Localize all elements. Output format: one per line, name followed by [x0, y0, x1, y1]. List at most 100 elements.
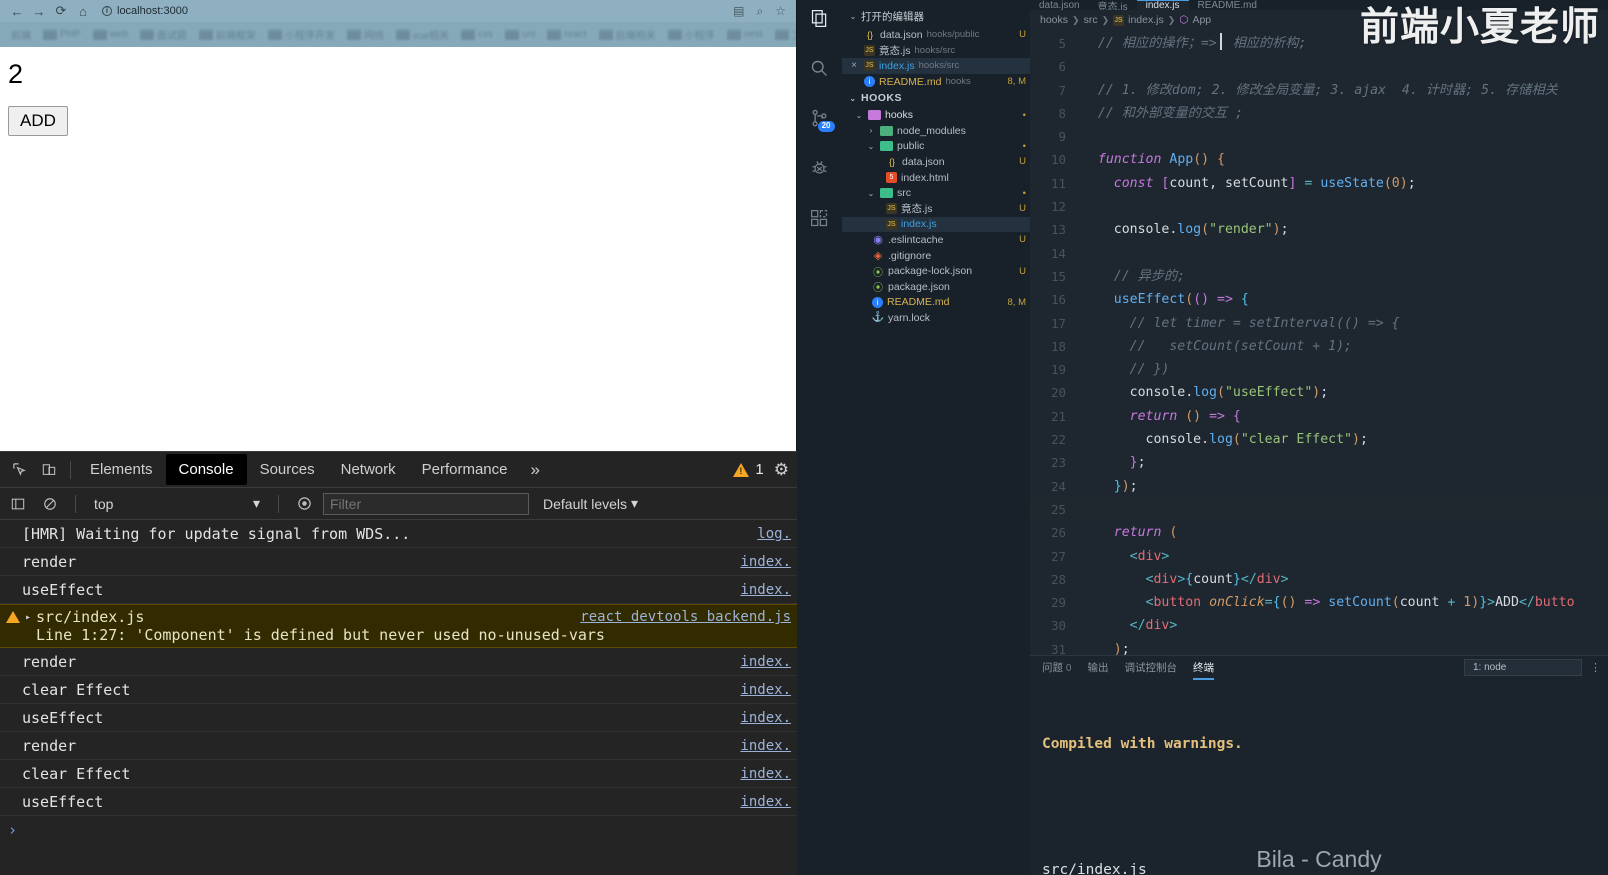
editor-tab-data-json[interactable]: data.json: [1030, 0, 1089, 10]
terminal-selector[interactable]: 1: node: [1464, 658, 1582, 676]
code-line[interactable]: 16 useEffect(() => {: [1030, 288, 1608, 311]
open-editor-item[interactable]: {} data.json hooks/public U: [842, 27, 1030, 43]
code-line[interactable]: 31 );: [1030, 638, 1608, 655]
code-line[interactable]: 28 <div>{count}</div>: [1030, 568, 1608, 591]
code-line[interactable]: 8 // 和外部变量的交互 ;: [1030, 102, 1608, 125]
zoom-icon[interactable]: ⌕: [757, 4, 764, 19]
settings-gear-icon[interactable]: ⚙: [774, 460, 797, 480]
bookmark-item[interactable]: 后端相关: [594, 27, 661, 42]
code-line[interactable]: 6: [1030, 55, 1608, 78]
breadcrumb-hooks[interactable]: hooks: [1040, 14, 1068, 26]
code-line[interactable]: 26 return (: [1030, 521, 1608, 544]
bookmark-item[interactable]: PHP: [38, 29, 86, 40]
tree-item-hooks[interactable]: ⌄ hooks •: [842, 107, 1030, 123]
console-warning-row[interactable]: ▸ src/index.js react devtools backend.js…: [0, 604, 797, 648]
console-log-list[interactable]: [HMR] Waiting for update signal from WDS…: [0, 520, 797, 875]
log-source-link[interactable]: index.: [730, 766, 791, 782]
log-source-link[interactable]: index.: [730, 682, 791, 698]
bookmark-item[interactable]: nest: [722, 29, 768, 40]
panel-tab-problems[interactable]: 问题 0: [1042, 657, 1071, 678]
filter-input[interactable]: [323, 492, 529, 515]
tree-item-jingtai-js[interactable]: JS 竟态.js U: [842, 201, 1030, 217]
editor-tab-jingtai-js[interactable]: 竟态.js: [1088, 0, 1137, 10]
tree-item-index-js[interactable]: JS index.js: [842, 216, 1030, 233]
code-editor[interactable]: 5 // 相应的操作；=> 相应的析构; 6 7 // 1. 修改dom; 2. 修…: [1030, 30, 1608, 655]
code-line[interactable]: 23 };: [1030, 451, 1608, 474]
tab-console[interactable]: Console: [165, 454, 247, 485]
bookmark-item[interactable]: uni: [500, 29, 540, 40]
workspace-header[interactable]: ⌄ HOOKS: [842, 89, 1030, 107]
address-bar[interactable]: i localhost:3000: [102, 3, 733, 19]
tree-item-public[interactable]: ⌄ public •: [842, 139, 1030, 155]
tab-sources[interactable]: Sources: [247, 454, 328, 485]
more-tabs-icon[interactable]: »: [521, 456, 550, 484]
code-line[interactable]: 11 const [count, setCount] = useState(0)…: [1030, 172, 1608, 195]
bookmark-item[interactable]: 小程序: [663, 27, 720, 42]
run-debug-icon[interactable]: [804, 152, 836, 184]
cast-icon[interactable]: ▤: [733, 4, 744, 18]
tree-item-gitignore[interactable]: ◈ .gitignore: [842, 248, 1030, 264]
code-line[interactable]: 10 function App() {: [1030, 33, 1608, 171]
bookmark-item[interactable]: css: [456, 29, 498, 40]
log-source-link[interactable]: index.: [730, 710, 791, 726]
reload-icon[interactable]: ⟳: [50, 2, 72, 20]
code-line[interactable]: 29 <button onClick={() => setCount(count…: [1030, 591, 1608, 614]
source-control-icon[interactable]: 20: [804, 102, 836, 134]
add-button[interactable]: ADD: [8, 106, 68, 136]
live-expression-icon[interactable]: [291, 492, 317, 516]
explorer-icon[interactable]: [804, 2, 836, 34]
tree-item-data-json[interactable]: {} data.json U: [842, 154, 1030, 170]
code-line[interactable]: 19 // }): [1030, 358, 1608, 381]
breadcrumb-app[interactable]: App: [1192, 14, 1211, 26]
tree-item-package-lock-json[interactable]: ⦿ package-lock.json U: [842, 263, 1030, 279]
tree-item-src[interactable]: ⌄ src •: [842, 185, 1030, 201]
code-line[interactable]: 30 </div>: [1030, 614, 1608, 637]
log-source-link[interactable]: react devtools backend.js: [570, 609, 791, 625]
panel-tab-output[interactable]: 输出: [1087, 657, 1108, 678]
log-source-link[interactable]: log.: [747, 526, 791, 542]
editor-tab-index-js[interactable]: index.js: [1136, 0, 1189, 10]
code-line[interactable]: 9: [1030, 125, 1608, 148]
console-row[interactable]: useEffect index.: [0, 788, 797, 816]
bookmark-item[interactable]: vue相关: [391, 27, 454, 42]
bookmark-item[interactable]: 前端框架: [194, 27, 261, 42]
execution-context-select[interactable]: top ▾: [88, 493, 266, 515]
code-line[interactable]: 13 console.log("render");: [1030, 218, 1608, 241]
back-icon[interactable]: ←: [6, 2, 28, 20]
open-editor-item[interactable]: JS 竟态.js hooks/src: [842, 43, 1030, 59]
tree-item-yarn-lock[interactable]: ⚓ yarn.lock: [842, 310, 1030, 326]
open-editor-item[interactable]: i README.md hooks 8, M: [842, 74, 1030, 90]
tree-item-eslintcache[interactable]: ◉ .eslintcache U: [842, 232, 1030, 248]
open-editors-header[interactable]: ⌄ 打开的编辑器: [842, 6, 1030, 27]
more-actions-icon[interactable]: ⋮: [1590, 661, 1602, 674]
code-line[interactable]: 14: [1030, 242, 1608, 265]
console-row[interactable]: useEffect index.: [0, 576, 797, 604]
clear-console-icon[interactable]: [37, 492, 63, 516]
extensions-icon[interactable]: [804, 202, 836, 234]
console-prompt[interactable]: ›: [0, 816, 797, 844]
console-row[interactable]: render index.: [0, 648, 797, 676]
tree-item-package-json[interactable]: ⦿ package.json: [842, 279, 1030, 295]
bookmark-item[interactable]: 前端: [6, 27, 36, 42]
bookmark-item[interactable]: 小程序开发: [263, 27, 340, 42]
expand-caret-icon[interactable]: ▸: [25, 612, 31, 623]
log-source-link[interactable]: index.: [730, 794, 791, 810]
forward-icon[interactable]: →: [28, 2, 50, 20]
bookmark-item[interactable]: 面试题: [135, 27, 192, 42]
code-line[interactable]: 20 console.log("useEffect");: [1030, 381, 1608, 404]
code-line[interactable]: 18 // setCount(setCount + 1);: [1030, 335, 1608, 358]
panel-tab-terminal[interactable]: 终端: [1192, 657, 1214, 680]
log-source-link[interactable]: index.: [730, 554, 791, 570]
log-source-link[interactable]: index.: [730, 738, 791, 754]
bookmark-item[interactable]: 工具: [770, 27, 796, 42]
code-line[interactable]: 25: [1030, 497, 1608, 522]
console-row[interactable]: render index.: [0, 732, 797, 760]
console-row[interactable]: render index.: [0, 548, 797, 576]
console-row[interactable]: clear Effect index.: [0, 760, 797, 788]
code-line[interactable]: 7 // 1. 修改dom; 2. 修改全局变量; 3. ajax 4. 计时器…: [1030, 79, 1608, 102]
code-line[interactable]: 17 // let timer = setInterval(() => {: [1030, 312, 1608, 335]
tab-elements[interactable]: Elements: [77, 454, 166, 485]
bookmark-item[interactable]: web: [88, 29, 133, 40]
panel-tab-debug-console[interactable]: 调试控制台: [1124, 657, 1177, 678]
device-toolbar-icon[interactable]: [34, 456, 64, 484]
